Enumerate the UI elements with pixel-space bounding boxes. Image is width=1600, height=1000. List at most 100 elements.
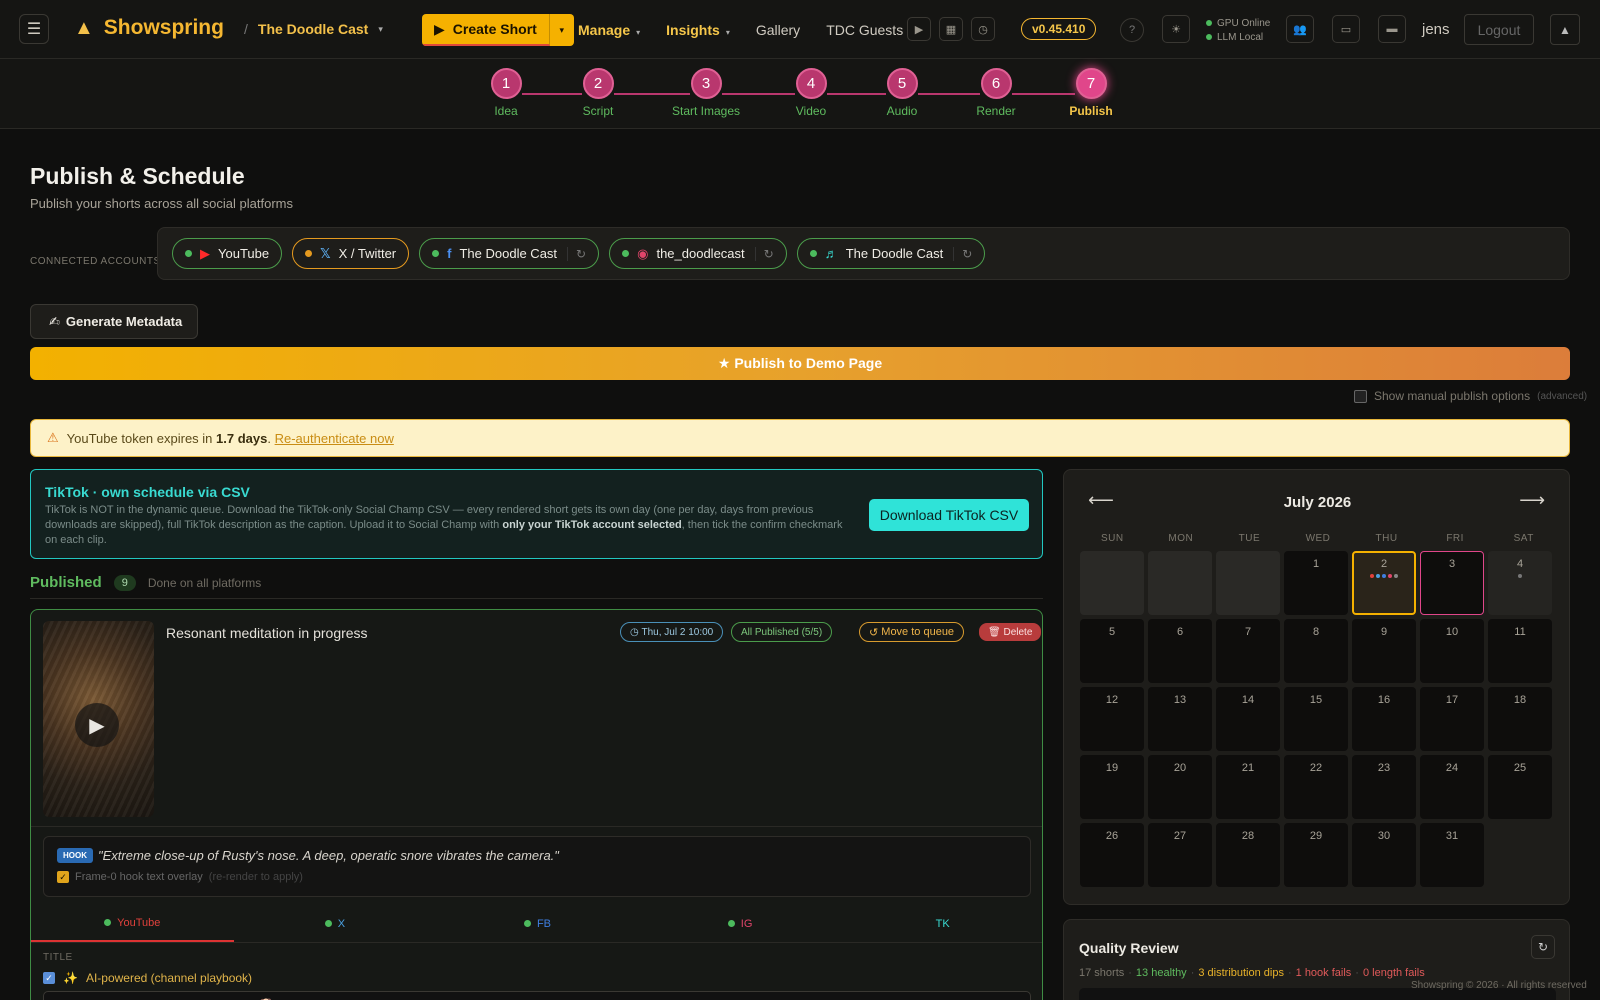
title-input[interactable]: Marley's deep, resonant meditation 🐕	[43, 991, 1031, 1000]
calendar-day[interactable]: 3	[1420, 551, 1484, 615]
step-render[interactable]: 6 Render	[956, 68, 1036, 118]
calendar-day[interactable]: 4	[1488, 551, 1552, 615]
theme-toggle-button[interactable]: ☀	[1162, 15, 1190, 43]
calendar-day[interactable]: 2	[1352, 551, 1416, 615]
step-script[interactable]: 2 Script	[558, 68, 638, 118]
ai-powered-checkbox[interactable]: ✓	[43, 972, 55, 984]
step-video[interactable]: 4 Video	[771, 68, 851, 118]
calendar-day[interactable]: 27	[1148, 823, 1212, 887]
calendar-day[interactable]: 20	[1148, 755, 1212, 819]
calendar-day[interactable]: 21	[1216, 755, 1280, 819]
calendar-day[interactable]: 15	[1284, 687, 1348, 751]
calendar-day[interactable]: 6	[1148, 619, 1212, 683]
nav-link-insights[interactable]: Insights ▾	[666, 22, 730, 38]
video-thumbnail[interactable]: ▶	[43, 621, 154, 817]
project-name[interactable]: The Doodle Cast	[258, 21, 368, 37]
calendar-day[interactable]: 31	[1420, 823, 1484, 887]
calendar-day[interactable]: 13	[1148, 687, 1212, 751]
brand[interactable]: ▲ Showspring	[74, 16, 224, 40]
weekday-label: TUE	[1238, 533, 1261, 544]
refresh-icon[interactable]: ↻	[567, 246, 586, 261]
video-icon-button[interactable]: ▶	[907, 17, 931, 41]
calendar-icon-button[interactable]: ▦	[939, 17, 963, 41]
next-month-button[interactable]: ⟶	[1519, 490, 1545, 511]
ai-powered-option[interactable]: ✓ ✨ AI-powered (channel playbook)	[43, 971, 1031, 985]
step-publish[interactable]: 7 Publish	[1051, 68, 1131, 118]
create-short-button[interactable]: ▶ Create Short ▾	[422, 14, 574, 46]
account-chip[interactable]: f The Doodle Cast ↻	[419, 238, 600, 269]
day-number: 30	[1377, 830, 1391, 842]
calendar-day[interactable]: 5	[1080, 619, 1144, 683]
step-label: Render	[976, 104, 1016, 118]
tab-youtube[interactable]: YouTube	[31, 905, 234, 942]
calendar-day[interactable]: 26	[1080, 823, 1144, 887]
hook-overlay-option[interactable]: ✓ Frame-0 hook text overlay (re-render t…	[57, 871, 303, 883]
tab-x[interactable]: X	[234, 905, 437, 942]
calendar-day[interactable]: 7	[1216, 619, 1280, 683]
calendar-day[interactable]: 18	[1488, 687, 1552, 751]
delete-button[interactable]: 🗑 Delete	[979, 623, 1042, 641]
manual-publish-toggle[interactable]: Show manual publish options (advanced)	[1354, 389, 1587, 403]
manual-publish-checkbox[interactable]	[1354, 389, 1367, 403]
calendar-day[interactable]: 29	[1284, 823, 1348, 887]
nav-link-tdc-guests[interactable]: TDC Guests	[826, 22, 903, 38]
tab-fb[interactable]: FB	[436, 905, 639, 942]
users-button[interactable]: 👥	[1286, 15, 1314, 43]
account-chip[interactable]: 𝕏 X / Twitter	[292, 238, 410, 269]
breadcrumb[interactable]: / The Doodle Cast ▾	[244, 21, 383, 37]
quality-stat: 13 healthy	[1135, 967, 1187, 979]
calendar-day[interactable]: 28	[1216, 823, 1280, 887]
create-short-main[interactable]: ▶ Create Short	[422, 14, 550, 46]
refresh-button[interactable]: ↻	[1531, 935, 1555, 959]
scroll-top-button[interactable]: ▲	[1550, 14, 1580, 45]
account-chip[interactable]: ▶ YouTube	[172, 238, 283, 269]
step-label: Script	[582, 104, 614, 118]
step-start-images[interactable]: 3 Start Images	[666, 68, 746, 118]
calendar-day[interactable]: 16	[1352, 687, 1416, 751]
refresh-icon[interactable]: ↻	[953, 246, 972, 261]
hook-overlay-checkbox[interactable]: ✓	[57, 871, 69, 883]
generate-metadata-button[interactable]: ✍ Generate Metadata	[30, 304, 198, 339]
help-button[interactable]: ?	[1120, 18, 1144, 42]
present-button[interactable]: ▭	[1332, 15, 1360, 43]
calendar-day[interactable]: 8	[1284, 619, 1348, 683]
title-form: TITLE ✓ ✨ AI-powered (channel playbook) …	[43, 952, 1031, 1000]
calendar-day[interactable]: 25	[1488, 755, 1552, 819]
chat-button[interactable]: ▬	[1378, 15, 1406, 43]
hook-overlay-label: Frame-0 hook text overlay	[75, 871, 203, 883]
download-tiktok-csv-button[interactable]: Download TikTok CSV	[869, 499, 1029, 531]
calendar-day[interactable]: 12	[1080, 687, 1144, 751]
calendar-day[interactable]: 17	[1420, 687, 1484, 751]
username[interactable]: jens	[1422, 21, 1450, 38]
hamburger-menu-button[interactable]: ☰	[19, 14, 49, 44]
clock-icon-button[interactable]: ◷	[971, 17, 995, 41]
nav-link-gallery[interactable]: Gallery	[756, 22, 800, 38]
publish-demo-button[interactable]: ★ Publish to Demo Page	[30, 347, 1570, 380]
calendar-day[interactable]: 10	[1420, 619, 1484, 683]
logout-button[interactable]: Logout	[1464, 14, 1534, 45]
create-short-dropdown[interactable]: ▾	[550, 14, 574, 46]
step-idea[interactable]: 1 Idea	[466, 68, 546, 118]
step-number: 6	[980, 68, 1012, 99]
calendar-day[interactable]: 23	[1352, 755, 1416, 819]
reauth-link[interactable]: Re-authenticate now	[275, 431, 394, 446]
calendar-day[interactable]: 24	[1420, 755, 1484, 819]
calendar-day[interactable]: 14	[1216, 687, 1280, 751]
play-icon[interactable]: ▶	[75, 703, 119, 747]
calendar-day[interactable]: 1	[1284, 551, 1348, 615]
nav-link-manage[interactable]: Manage ▾	[578, 22, 640, 38]
tab-ig[interactable]: IG	[639, 905, 842, 942]
step-audio[interactable]: 5 Audio	[862, 68, 942, 118]
refresh-icon[interactable]: ↻	[754, 246, 774, 261]
account-chip[interactable]: ♬ The Doodle Cast ↻	[796, 238, 986, 269]
short-title: Resonant meditation in progress	[166, 625, 368, 641]
calendar-day[interactable]: 11	[1488, 619, 1552, 683]
account-chip[interactable]: ◉ the_doodlecast ↻	[609, 238, 787, 269]
tab-tk[interactable]: TK	[841, 905, 1042, 942]
version-badge[interactable]: v0.45.410	[1021, 18, 1097, 40]
calendar-day[interactable]: 22	[1284, 755, 1348, 819]
move-to-queue-button[interactable]: ↺ Move to queue	[859, 622, 965, 642]
calendar-day[interactable]: 19	[1080, 755, 1144, 819]
calendar-day[interactable]: 9	[1352, 619, 1416, 683]
calendar-day[interactable]: 30	[1352, 823, 1416, 887]
